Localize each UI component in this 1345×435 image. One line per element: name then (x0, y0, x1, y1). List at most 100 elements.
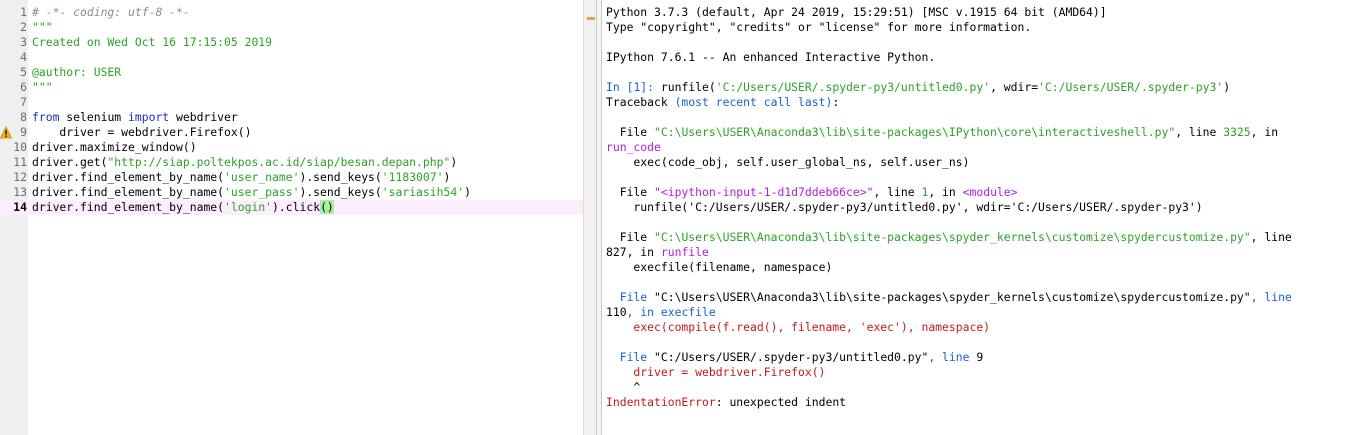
console-token: exec(code_obj, self.user_global_ns, self… (606, 155, 970, 169)
editor-scrollbar[interactable] (583, 0, 596, 435)
line-number: 3 (20, 35, 27, 49)
code-token: 'login' (224, 200, 273, 214)
code-text: # -*- coding: utf-8 -*- (32, 5, 190, 20)
console-token: File (606, 350, 655, 364)
console-token: "<ipython-input-1-d1d7ddeb66ce>" (654, 185, 874, 199)
code-line[interactable]: 10 driver.maximize_window() (0, 140, 583, 155)
console-token: exec(compile(f.read(), filename, 'exec')… (606, 320, 991, 334)
console-token: Python 3.7.3 (default, Apr 24 2019, 15:2… (606, 5, 1107, 19)
console-token: (most recent call last) (674, 95, 833, 109)
code-token: 'user_name' (224, 170, 300, 184)
code-line[interactable]: 4 (0, 50, 583, 65)
console-token: , line (1250, 230, 1292, 244)
warning-icon[interactable] (0, 126, 12, 139)
code-token: ) (450, 155, 458, 169)
console-line: Traceback (most recent call last): (606, 95, 839, 110)
console-token: runfile( (660, 80, 716, 94)
code-line[interactable]: 3 Created on Wed Oct 16 17:15:05 2019 (0, 35, 583, 50)
line-number: 4 (20, 50, 27, 64)
console-line: execfile(filename, namespace) (606, 260, 832, 275)
console-token: Traceback (606, 95, 675, 109)
console-line: IndentationError: unexpected indent (606, 395, 846, 410)
code-token: # -*- coding: utf-8 -*- (32, 5, 190, 19)
console-token: 110 (606, 305, 627, 319)
console-token: ]: (640, 80, 661, 94)
console-line: ^ (606, 380, 640, 395)
console-token: Type "copyright", "credits" or "license"… (606, 20, 1032, 34)
code-text: driver.find_element_by_name('user_pass')… (32, 185, 471, 200)
code-text: driver.get("http://siap.poltekpos.ac.id/… (32, 155, 457, 170)
line-number: 5 (20, 65, 27, 79)
console-line: Type "copyright", "credits" or "license"… (606, 20, 1031, 35)
console-token: File (606, 230, 655, 244)
spyder-window: 1 # -*- coding: utf-8 -*- 2 """ 3 Created on … (0, 0, 1345, 435)
code-text: @author: USER (32, 65, 121, 80)
code-token: driver.find_element_by_name( (32, 185, 225, 199)
code-token: ).click (272, 200, 321, 214)
code-line[interactable]: 1 # -*- coding: utf-8 -*- (0, 5, 583, 20)
console-line: In [1]: runfile('C:/Users/USER/.spyder-p… (606, 80, 1230, 95)
code-token: ) (443, 170, 451, 184)
code-token: @author: USER (32, 65, 122, 79)
console-line: driver = webdriver.Firefox() (606, 365, 825, 380)
console-token: File (606, 290, 655, 304)
console-token: File (606, 185, 655, 199)
line-number: 12 (13, 170, 27, 184)
console-token: run_code (606, 140, 661, 154)
code-line[interactable]: 9 driver = webdriver.Firefox() (0, 125, 583, 140)
console-token: "C:\Users\USER\Anaconda3\lib\site-packag… (654, 230, 1251, 244)
warning-scroll-marker (587, 17, 595, 20)
code-token: driver.maximize_window() (32, 140, 197, 154)
console-line: 110, in execfile (606, 305, 716, 320)
code-token: from (32, 110, 60, 124)
code-line[interactable]: 12 driver.find_element_by_name('user_name… (0, 170, 583, 185)
code-token: ) (464, 185, 471, 199)
console-token: In [ (606, 80, 634, 94)
code-text: """ (32, 80, 53, 95)
console-token: , in (626, 245, 661, 259)
code-token: () (320, 200, 334, 214)
code-token: ).send_keys( (299, 185, 382, 199)
code-line[interactable]: 7 (0, 95, 583, 110)
console-line: 827, in runfile (606, 245, 709, 260)
code-text: driver.find_element_by_name('login').cli… (32, 200, 334, 215)
console-token: execfile (660, 305, 716, 319)
code-token: driver.find_element_by_name( (32, 200, 225, 214)
line-number: 2 (20, 20, 27, 34)
code-area[interactable]: 1 # -*- coding: utf-8 -*- 2 """ 3 Created on … (0, 5, 583, 215)
ipython-console[interactable]: Python 3.7.3 (default, Apr 24 2019, 15:2… (602, 0, 1345, 435)
console-token: : unexpected indent (715, 395, 847, 409)
console-token: File (606, 125, 655, 139)
code-line[interactable]: 11 driver.get("http://siap.poltekpos.ac.i… (0, 155, 583, 170)
code-line-current[interactable]: 14 driver.find_element_by_name('login').c… (0, 200, 583, 215)
console-token: : (832, 95, 840, 109)
code-token: driver.get( (32, 155, 108, 169)
code-line[interactable]: 2 """ (0, 20, 583, 35)
console-token: , line (873, 185, 922, 199)
line-number: 8 (20, 110, 27, 124)
console-token: ^ (606, 380, 641, 394)
console-token: , in (1250, 125, 1279, 139)
code-token: """ (32, 20, 53, 34)
console-line: exec(compile(f.read(), filename, 'exec')… (606, 320, 990, 335)
code-line[interactable]: 13 driver.find_element_by_name('user_pass… (0, 185, 583, 200)
console-token: IPython 7.6.1 -- An enhanced Interactive… (606, 50, 936, 64)
console-token: runfile('C:/Users/USER/.spyder-py3/untit… (606, 200, 1203, 214)
console-token: "C:/Users/USER/.spyder-py3/untitled0.py" (654, 350, 929, 364)
code-editor[interactable]: 1 # -*- coding: utf-8 -*- 2 """ 3 Created on … (0, 0, 583, 435)
console-token: runfile (660, 245, 709, 259)
code-text: driver = webdriver.Firefox() (32, 125, 251, 140)
line-number: 13 (13, 185, 27, 199)
console-token: 3325 (1223, 125, 1251, 139)
code-token: webdriver (169, 110, 238, 124)
console-token: "C:\Users\USER\Anaconda3\lib\site-packag… (654, 290, 1251, 304)
code-token: driver = webdriver.Firefox() (32, 125, 252, 139)
line-number: 6 (20, 80, 27, 94)
code-line[interactable]: 5 @author: USER (0, 65, 583, 80)
console-line: File "C:\Users\USER\Anaconda3\lib\site-p… (606, 290, 1292, 305)
console-token: , wdir= (990, 80, 1039, 94)
code-line[interactable]: 6 """ (0, 80, 583, 95)
code-line[interactable]: 8 from selenium import webdriver (0, 110, 583, 125)
console-token: , in (928, 185, 963, 199)
console-token: 'C:/Users/USER/.spyder-py3' (1038, 80, 1224, 94)
